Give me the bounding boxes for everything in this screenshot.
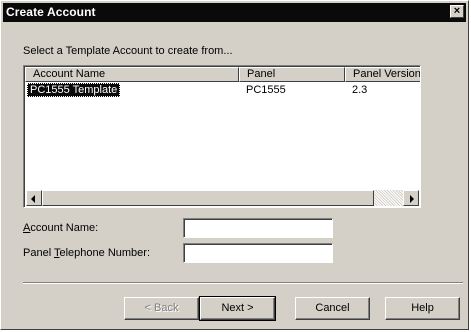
title-bar[interactable]: Create Account × xyxy=(3,3,466,22)
close-icon: × xyxy=(453,5,461,17)
create-account-dialog: Create Account × Select a Template Accou… xyxy=(0,0,469,330)
account-name-label-rest: ccount Name: xyxy=(30,222,99,234)
cancel-button[interactable]: Cancel xyxy=(295,297,370,320)
next-button[interactable]: Next > xyxy=(199,296,276,321)
column-header-account-name[interactable]: Account Name xyxy=(25,67,239,82)
scroll-left-button[interactable] xyxy=(26,190,42,206)
scroll-left-arrow-icon xyxy=(31,195,35,203)
scroll-thumb[interactable] xyxy=(42,190,374,206)
template-prompt: Select a Template Account to create from… xyxy=(23,45,233,57)
help-button[interactable]: Help xyxy=(385,297,460,320)
column-header-panel-version[interactable]: Panel Version xyxy=(345,67,420,82)
close-button[interactable]: × xyxy=(450,5,464,18)
account-name-label: Account Name: xyxy=(23,222,99,234)
template-account-list[interactable]: Account Name Panel Panel Version PC1555 … xyxy=(23,65,421,208)
panel-telephone-field[interactable] xyxy=(183,243,333,263)
list-item[interactable]: PC1555 Template PC1555 2.3 xyxy=(25,83,420,97)
scroll-right-arrow-icon xyxy=(410,195,414,203)
list-item-panel-version: 2.3 xyxy=(352,84,368,96)
column-header-panel[interactable]: Panel xyxy=(239,67,345,82)
back-button[interactable]: < Back xyxy=(124,297,199,320)
horizontal-scrollbar[interactable] xyxy=(26,190,419,206)
template-list-frame: Account Name Panel Panel Version PC1555 … xyxy=(24,66,420,207)
separator xyxy=(23,282,463,284)
list-item-panel: PC1555 xyxy=(246,84,286,96)
account-name-field[interactable] xyxy=(183,218,333,238)
panel-telephone-label: Panel Telephone Number: xyxy=(23,247,151,259)
list-item-account-name: PC1555 Template xyxy=(27,83,121,97)
window-title: Create Account xyxy=(6,5,96,19)
list-header: Account Name Panel Panel Version xyxy=(25,67,420,82)
scroll-right-button[interactable] xyxy=(403,190,419,206)
